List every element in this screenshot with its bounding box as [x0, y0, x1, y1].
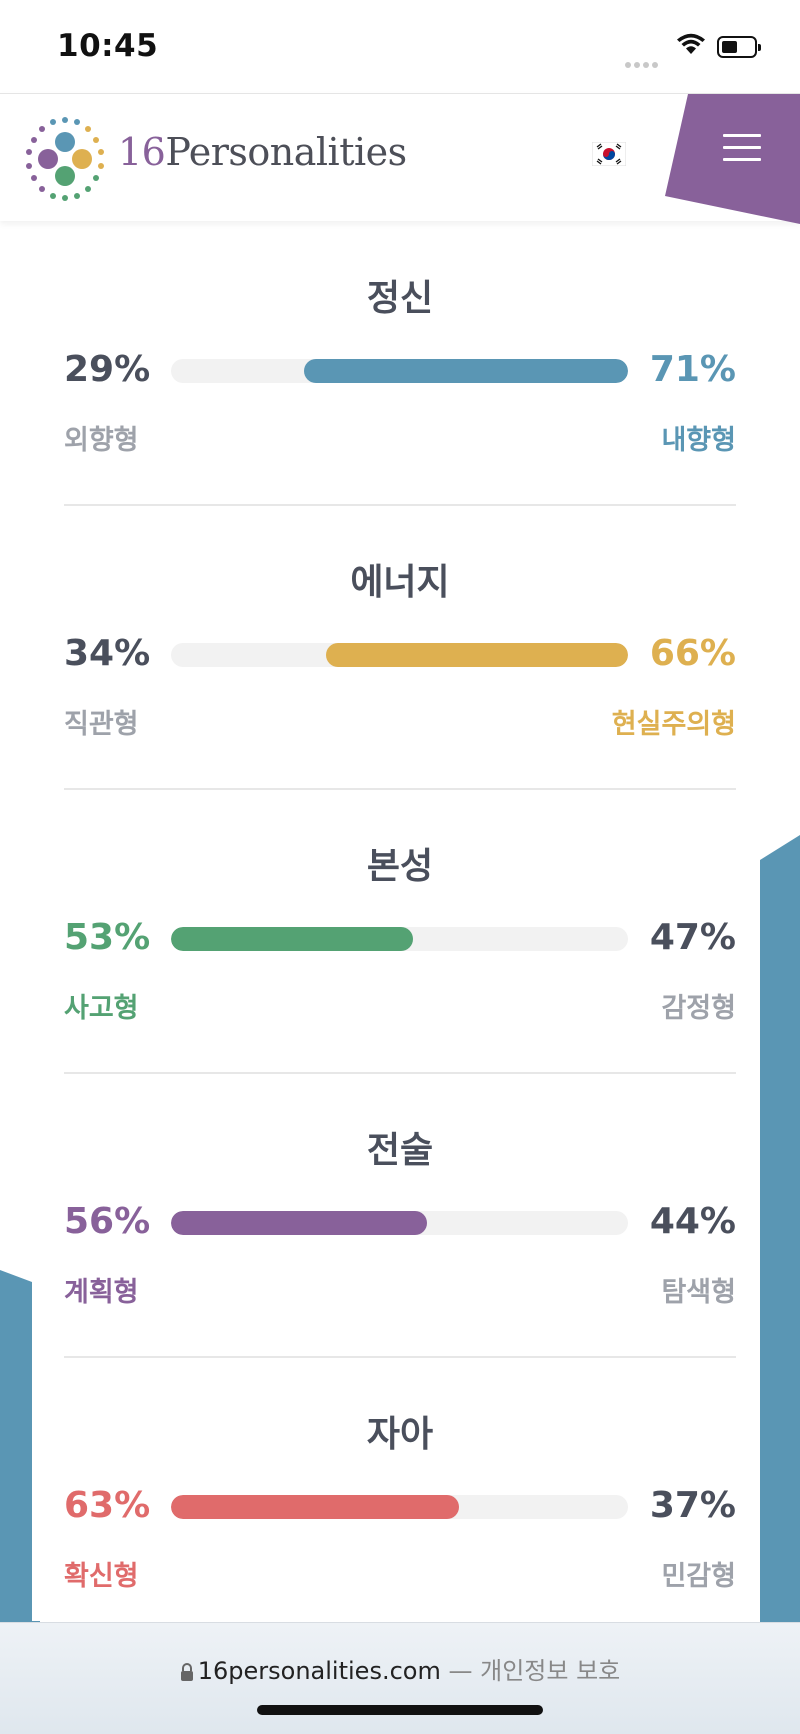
- trait-bar-fill: [303, 359, 628, 383]
- battery-icon: [717, 36, 761, 58]
- right-label: 탐색형: [661, 1277, 736, 1308]
- trait-bar-fill: [326, 643, 628, 667]
- trait-bar-fill: [171, 1211, 427, 1235]
- right-label: 내향형: [661, 425, 736, 456]
- right-percent: 66%: [649, 633, 736, 674]
- right-percent: 71%: [649, 349, 736, 390]
- trait-bar: [171, 359, 628, 383]
- trait-title: 전술: [366, 1130, 434, 1171]
- right-percent: 44%: [649, 1201, 736, 1242]
- right-percent: 37%: [649, 1485, 736, 1526]
- wifi-icon: [677, 33, 705, 54]
- left-percent: 53%: [64, 917, 151, 958]
- trait-bar: [171, 927, 628, 951]
- browser-address-bar[interactable]: 16personalities.com — 개인정보 보호: [0, 1622, 800, 1734]
- logo-wordmark[interactable]: 16Personalities: [118, 130, 407, 174]
- lock-icon: [180, 1663, 193, 1681]
- status-time: 10:45: [57, 28, 159, 64]
- left-label: 외향형: [64, 425, 139, 456]
- trait-bar-fill: [171, 927, 414, 951]
- left-percent: 34%: [64, 633, 151, 674]
- left-label: 사고형: [64, 993, 139, 1024]
- trait-energy: 에너지 34% 66% 직관형 현실주의형: [64, 505, 736, 789]
- trait-nature: 본성 53% 47% 사고형 감정형: [64, 789, 736, 1073]
- url-line[interactable]: 16personalities.com — 개인정보 보호: [0, 1651, 800, 1686]
- trait-title: 자아: [366, 1414, 434, 1455]
- url-text: 16personalities.com: [197, 1657, 441, 1685]
- trait-results-panel: 정신 29% 71% 외향형 내향형 에너지 34% 66% 직관형 현실주의형…: [32, 221, 760, 1621]
- trait-bar-fill: [171, 1495, 459, 1519]
- right-label: 감정형: [661, 993, 736, 1024]
- home-indicator: [257, 1705, 543, 1715]
- cellular-signal-icon: [625, 53, 661, 72]
- logo-icon[interactable]: [22, 116, 108, 202]
- korean-flag-icon[interactable]: [592, 142, 626, 166]
- left-percent: 56%: [64, 1201, 151, 1242]
- url-separator: —: [448, 1657, 473, 1685]
- logo-number: 16: [118, 130, 166, 174]
- hamburger-menu-button[interactable]: [718, 134, 766, 174]
- trait-bar: [171, 643, 628, 667]
- trait-mind: 정신 29% 71% 외향형 내향형: [64, 221, 736, 505]
- site-header: 16Personalities: [0, 93, 800, 224]
- right-label: 현실주의형: [611, 709, 736, 740]
- trait-identity: 자아 63% 37% 확신형 민감형: [64, 1357, 736, 1641]
- left-label: 직관형: [64, 709, 139, 740]
- logo-word: Personalities: [165, 130, 407, 174]
- decorative-band-right: [760, 835, 800, 1635]
- left-percent: 63%: [64, 1485, 151, 1526]
- left-percent: 29%: [64, 349, 151, 390]
- left-label: 계획형: [64, 1277, 139, 1308]
- privacy-text: 개인정보 보호: [480, 1657, 621, 1685]
- trait-title: 에너지: [350, 562, 450, 603]
- trait-title: 본성: [366, 846, 434, 887]
- trait-bar: [171, 1211, 628, 1235]
- trait-bar: [171, 1495, 628, 1519]
- right-percent: 47%: [649, 917, 736, 958]
- left-label: 확신형: [64, 1561, 139, 1592]
- trait-tactics: 전술 56% 44% 계획형 탐색형: [64, 1073, 736, 1357]
- right-label: 민감형: [661, 1561, 736, 1592]
- trait-title: 정신: [366, 278, 434, 319]
- status-bar: 10:45: [0, 0, 800, 93]
